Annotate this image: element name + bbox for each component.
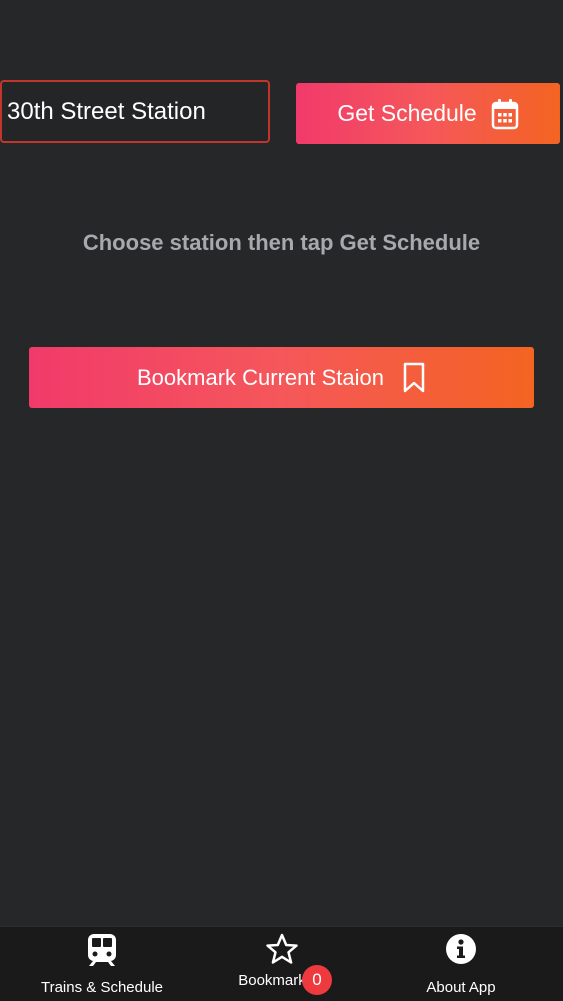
get-schedule-label: Get Schedule <box>337 100 477 126</box>
get-schedule-button[interactable]: Get Schedule <box>296 83 560 144</box>
star-icon <box>265 933 299 965</box>
station-input[interactable] <box>0 80 270 143</box>
bookmark-count-badge: 0 <box>302 965 332 995</box>
instruction-text: Choose station then tap Get Schedule <box>82 230 481 255</box>
calendar-icon <box>491 98 519 130</box>
info-icon <box>445 933 477 965</box>
bookmark-current-station-button[interactable]: Bookmark Current Staion <box>29 347 534 408</box>
bottom-tab-bar: Trains & Schedule Bookmark 0 About App <box>0 926 563 1001</box>
bookmark-button-label: Bookmark Current Staion <box>137 364 384 390</box>
tab-bookmark[interactable]: Bookmark 0 <box>188 927 376 1001</box>
tab-about-app[interactable]: About App <box>367 927 555 1001</box>
tab-bookmark-label: Bookmark <box>238 972 306 989</box>
tab-trains-schedule[interactable]: Trains & Schedule <box>8 927 196 1001</box>
tab-trains-schedule-label: Trains & Schedule <box>40 979 163 996</box>
tab-about-app-label: About App <box>426 979 496 996</box>
bookmark-icon <box>402 362 426 394</box>
train-icon <box>86 933 118 967</box>
